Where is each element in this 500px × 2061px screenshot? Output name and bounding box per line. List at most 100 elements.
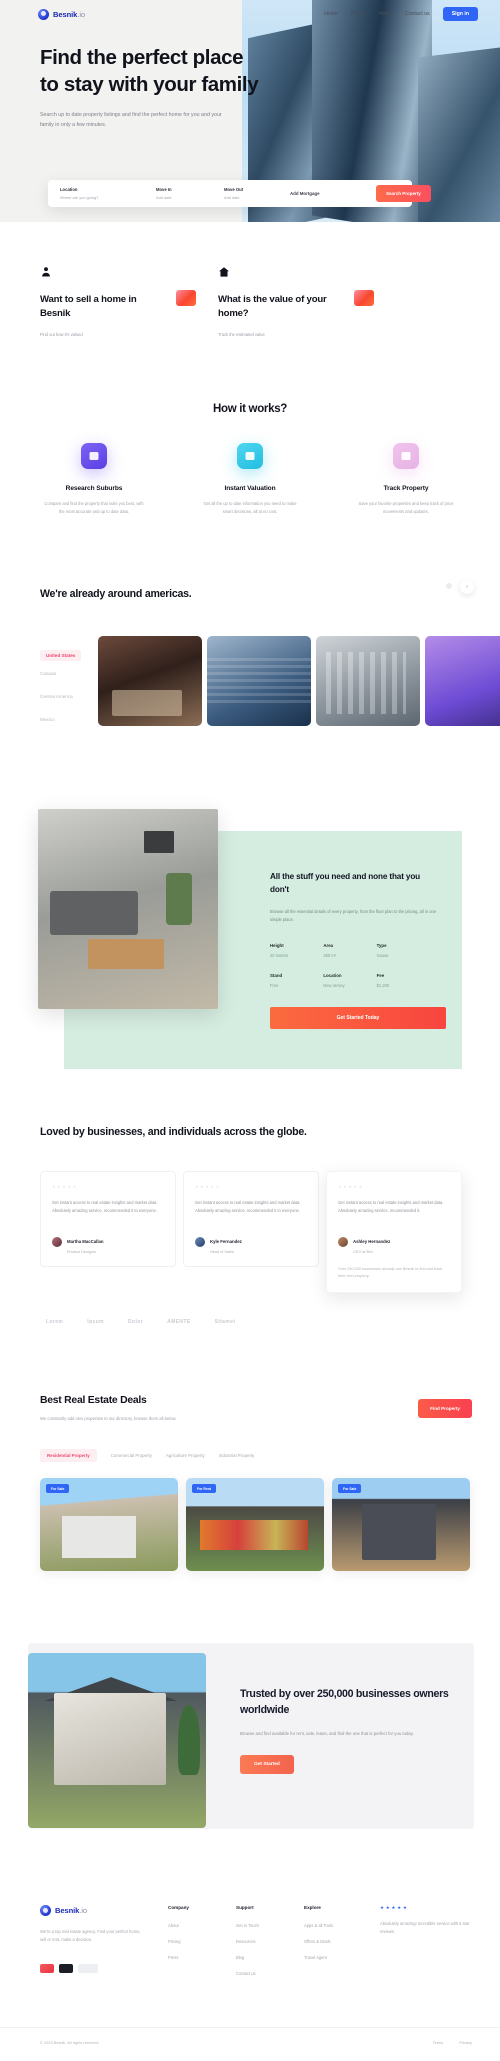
tab-residential-property[interactable]: Residential Property <box>40 1449 97 1463</box>
google-play-badge[interactable] <box>59 1964 73 1974</box>
avatar <box>338 1236 348 1247</box>
footer-link[interactable]: Offers & Deals <box>304 1939 372 1944</box>
spec-key: Stand <box>270 973 283 979</box>
chart-icon <box>237 443 263 470</box>
features-text: Browse all the essential details of ever… <box>270 908 437 922</box>
store-badge-extra[interactable] <box>78 1964 98 1974</box>
testimonial-quote: Get instant access to real estate insigh… <box>52 1199 158 1214</box>
testimonials-section: Loved by businesses, and individuals acr… <box>0 1059 500 1325</box>
search-field-location[interactable]: Location Where are you going? <box>60 187 146 200</box>
get-started-today-button[interactable]: Get Started Today <box>270 1007 446 1030</box>
nav-item-prices[interactable]: Prices <box>351 11 365 17</box>
how-it-works-title: How it works? <box>212 403 288 416</box>
how-step-research: Research Suburbs Compare and find the pr… <box>42 443 146 515</box>
testimonial-author: Martha MacCallan <box>67 1238 104 1244</box>
americas-card[interactable] <box>207 636 311 727</box>
promo-caption: Find out how it's valued <box>40 332 83 338</box>
spec-value: 20 meters <box>270 953 289 959</box>
footer-logo[interactable]: Besnik.io <box>40 1905 168 1917</box>
footer-privacy-link[interactable]: Privacy <box>459 2040 472 2045</box>
search-field-movein[interactable]: Move In Add date <box>156 187 214 200</box>
search-property-button[interactable]: Search Property <box>376 185 431 202</box>
footer-terms-link[interactable]: Terms <box>433 2040 444 2045</box>
nav-item-contact[interactable]: Contact us <box>405 11 430 17</box>
features-section: All the stuff you need and none that you… <box>0 809 500 1070</box>
footer-link[interactable]: Blog <box>236 1955 304 1960</box>
americas-filter-list: United States Canada Central America Mex… <box>40 636 98 731</box>
americas-card[interactable] <box>425 636 500 727</box>
how-step-text: Save your favorite properties and keep t… <box>358 501 454 514</box>
how-it-works-section: How it works? Research Suburbs Compare a… <box>0 337 500 515</box>
footer-link[interactable]: Apps & all Tools <box>304 1923 372 1928</box>
status-badge: For Sale <box>46 1484 70 1494</box>
promo-sell-home[interactable]: Want to sell a home in Besnik Find out h… <box>40 266 218 337</box>
hero-title: Find the perfect place to stay with your… <box>40 46 259 97</box>
search-mortgage-label: Add Mortgage <box>290 191 320 196</box>
property-card[interactable]: For Sale <box>332 1478 470 1572</box>
trusted-section: Trusted by over 250,000 businesses owner… <box>0 1643 500 1843</box>
home-icon <box>219 267 229 277</box>
footer-link[interactable]: Press <box>168 1955 236 1960</box>
testimonial-role: CEO at Brix <box>353 1249 374 1254</box>
footer-column-title: Support <box>236 1905 254 1911</box>
app-store-badge[interactable] <box>40 1964 54 1974</box>
search-moveout-value: Add date <box>224 194 240 200</box>
spec-key: Location <box>323 973 342 979</box>
americas-filter-united-states[interactable]: United States <box>40 650 82 662</box>
get-started-button[interactable]: Get Started <box>240 1754 294 1774</box>
tab-commercial-property[interactable]: Commercial Property <box>111 1453 152 1458</box>
footer-link[interactable]: About <box>168 1923 236 1928</box>
search-field-moveout[interactable]: Move Out Add date <box>224 187 280 200</box>
footer-column-company: Company About Pricing Press <box>168 1905 236 1987</box>
landing-page: Besnik.io Home Prices About Contact us S… <box>0 0 500 2061</box>
americas-card[interactable] <box>98 636 202 727</box>
spec-key: Fee <box>376 973 385 979</box>
brand-name: Besnik <box>53 9 78 19</box>
tab-industrial-property[interactable]: Industrial Property <box>219 1453 255 1458</box>
brand-logo[interactable]: Besnik.io <box>38 8 85 20</box>
nav-item-about[interactable]: About <box>378 11 392 17</box>
footer-link[interactable]: Contact us <box>236 1971 304 1976</box>
spec-fee: Fee $1,200 <box>377 973 430 988</box>
spec-key: Type <box>376 943 387 949</box>
spec-height: Height 20 meters <box>270 943 323 958</box>
footer-link[interactable]: Travel Agent <box>304 1955 372 1960</box>
rating-stars: ★★★★★ <box>380 1905 409 1911</box>
how-step-text: Get all the up to date information you n… <box>203 501 297 514</box>
search-bar[interactable]: Location Where are you going? Move In Ad… <box>48 180 431 207</box>
search-field-mortgage[interactable]: Add Mortgage <box>290 191 376 196</box>
features-spec-grid: Height 20 meters Area 250 m² Type House … <box>270 943 430 1003</box>
suburban-house-photo <box>28 1653 206 1829</box>
property-card[interactable]: For Rent <box>186 1478 324 1572</box>
spec-key: Area <box>323 943 334 949</box>
nav-item-home[interactable]: Home <box>324 11 338 17</box>
spec-value: House <box>376 953 389 959</box>
footer-brand-block: Besnik.io We're a top real estate agency… <box>40 1905 168 1987</box>
footer-link[interactable]: Pricing <box>168 1939 236 1944</box>
footer-link[interactable]: Resources <box>236 1939 304 1944</box>
testimonial-role: Product Designer <box>67 1249 97 1254</box>
promo-thumbnail <box>176 290 196 306</box>
tab-agriculture-property[interactable]: Agriculture Property <box>166 1453 205 1458</box>
americas-card[interactable] <box>316 636 420 727</box>
features-title: All the stuff you need and none that you… <box>270 872 421 895</box>
find-property-button[interactable]: Find Property <box>418 1398 472 1418</box>
americas-filter-central-america[interactable]: Central America <box>40 685 98 708</box>
trusted-copy: Trusted by over 250,000 businesses owner… <box>240 1687 450 1774</box>
trusted-title: Trusted by over 250,000 businesses owner… <box>240 1688 449 1716</box>
search-movein-value: Add date <box>156 194 172 200</box>
americas-filter-canada[interactable]: Canada <box>40 662 98 685</box>
promo-home-value[interactable]: What is the value of your home? Track th… <box>218 266 396 337</box>
rating-stars: ★★★★★ <box>52 1183 78 1189</box>
pin-icon <box>393 443 419 470</box>
americas-filter-mexico[interactable]: Mexico <box>40 708 98 731</box>
testimonial-author: Ashley Hernandez <box>353 1238 391 1244</box>
americas-carousel[interactable] <box>98 636 500 731</box>
property-card[interactable]: For Sale <box>40 1478 178 1572</box>
logo-icon <box>40 1905 51 1917</box>
footer: Besnik.io We're a top real estate agency… <box>0 1905 500 2061</box>
promo-title: What is the value of your home? <box>218 294 327 319</box>
footer-link[interactable]: Get in Touch <box>236 1923 304 1928</box>
testimonial-quote: Get instant access to real estate insigh… <box>338 1199 444 1214</box>
sign-in-button[interactable]: Sign in <box>442 7 478 21</box>
